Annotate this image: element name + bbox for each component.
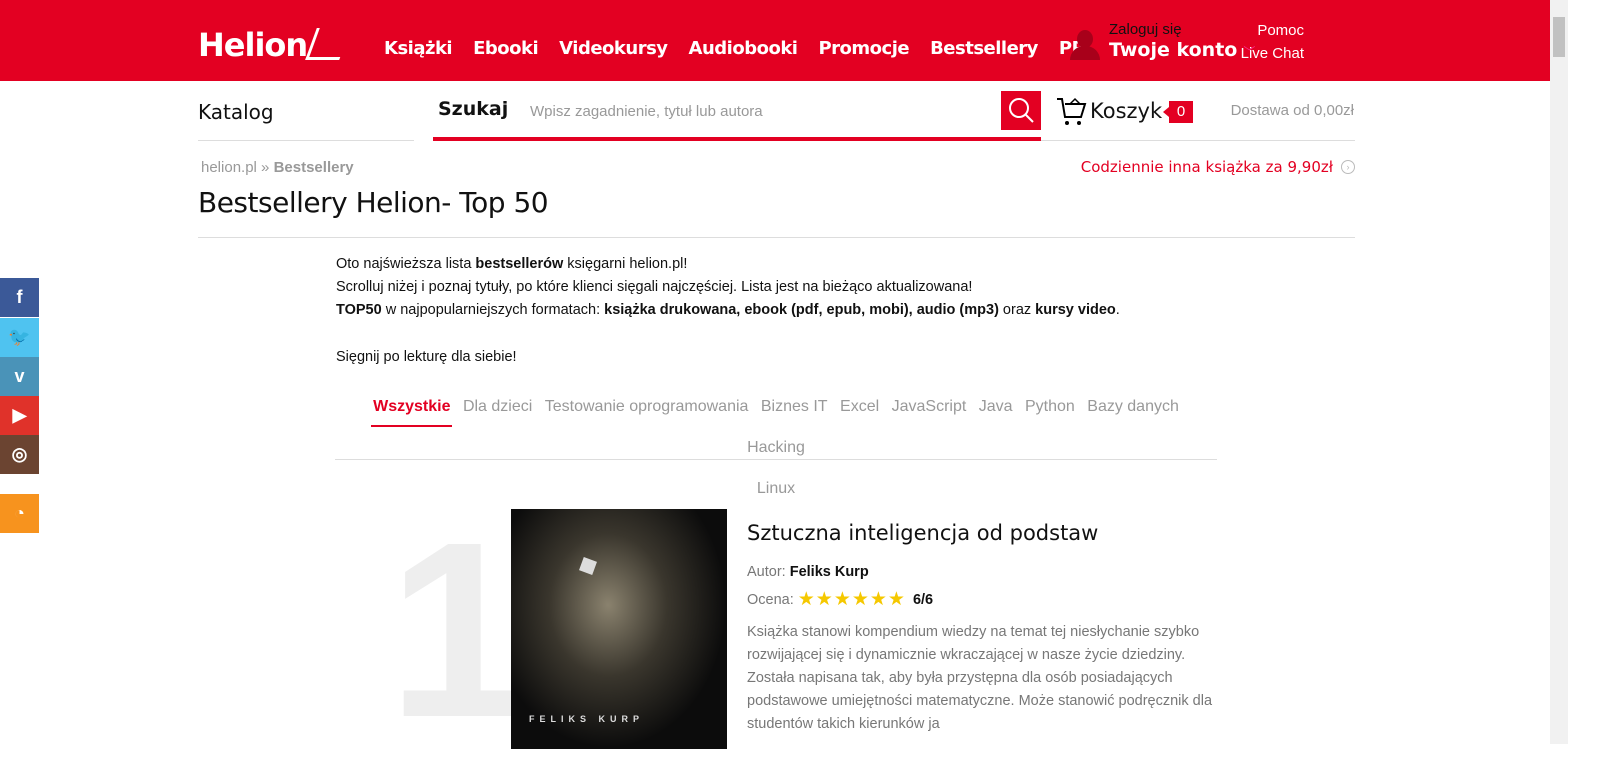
search-input[interactable] xyxy=(520,94,990,128)
search-label: Szukaj xyxy=(438,98,509,120)
book-author: Autor: Feliks Kurp xyxy=(747,564,869,580)
divider xyxy=(1041,140,1355,141)
facebook-icon[interactable]: f xyxy=(0,278,39,317)
tab-wszystkie[interactable]: Wszystkie xyxy=(369,386,454,427)
vimeo-icon[interactable]: v xyxy=(0,357,39,396)
tab-javascript[interactable]: JavaScript xyxy=(888,386,971,427)
live-chat-link[interactable]: Live Chat xyxy=(1241,45,1304,62)
nav-audiobooki[interactable]: Audiobooki xyxy=(689,38,798,59)
breadcrumb-sep: » xyxy=(256,159,274,176)
arrow-right-circle-icon[interactable]: › xyxy=(1341,160,1355,174)
search-underline xyxy=(433,137,1041,141)
top-header: Helion Książki Ebooki Videokursy Audiobo… xyxy=(0,0,1550,81)
divider xyxy=(198,140,414,141)
intro-text: księgarni helion.pl! xyxy=(563,256,688,272)
intro-bold: TOP50 xyxy=(336,302,382,318)
tab-dla-dzieci[interactable]: Dla dzieci xyxy=(459,386,536,427)
login-link[interactable]: Zaloguj się xyxy=(1109,21,1182,38)
search-button[interactable] xyxy=(1001,91,1041,130)
breadcrumb: helion.pl » Bestsellery xyxy=(201,159,354,176)
nav-ksiazki[interactable]: Książki xyxy=(384,38,453,59)
cover-author: FELIKS KURP xyxy=(529,714,645,724)
rank-number: 1 xyxy=(388,490,528,769)
nav-ebooki[interactable]: Ebooki xyxy=(473,38,539,59)
rating-value: 6/6 xyxy=(912,591,934,608)
daily-deal-link[interactable]: Codziennie inna książka za 9,90zł xyxy=(1081,158,1333,176)
tab-biznes-it[interactable]: Biznes IT xyxy=(757,386,832,427)
intro-line: Scrolluj niżej i poznaj tytuły, po które… xyxy=(336,279,973,295)
tab-excel[interactable]: Excel xyxy=(836,386,883,427)
intro-text: . xyxy=(1115,302,1120,318)
logo-mark xyxy=(305,28,352,60)
divider xyxy=(198,237,1355,238)
youtube-icon[interactable]: ▶ xyxy=(0,396,39,435)
account-menu[interactable]: Twoje konto ﹀ xyxy=(1109,39,1255,61)
tab-linux[interactable]: Linux xyxy=(753,468,799,509)
scrollbar-thumb[interactable] xyxy=(1553,17,1565,57)
book-rating: Ocena: ★★★★★★ 6/6 xyxy=(747,588,933,611)
page-title: Bestsellery Helion- Top 50 xyxy=(198,186,549,219)
catalog-menu[interactable]: Katalog xyxy=(198,100,274,124)
divider xyxy=(335,459,1217,460)
intro-bold: kursy video xyxy=(1035,302,1116,318)
book-description: Książka stanowi kompendium wiedzy na tem… xyxy=(747,624,1213,732)
book-cover[interactable]: FELIKS KURP xyxy=(511,509,727,749)
intro-text: Oto najświeższa lista xyxy=(336,256,476,272)
rating-label: Ocena: xyxy=(747,591,794,608)
helion-logo[interactable]: Helion xyxy=(198,26,352,64)
breadcrumb-current[interactable]: Bestsellery xyxy=(274,159,354,176)
intro-text: w najpopularniejszych formatach: xyxy=(381,302,605,318)
tab-java[interactable]: Java xyxy=(975,386,1017,427)
intro-bold: bestsellerów xyxy=(475,256,564,272)
author-label: Autor: xyxy=(747,564,786,580)
nav-videokursy[interactable]: Videokursy xyxy=(559,38,668,59)
delivery-info: Dostawa od 0,00zł xyxy=(1230,102,1354,119)
book-title[interactable]: Sztuczna inteligencja od podstaw xyxy=(747,521,1098,545)
tab-python[interactable]: Python xyxy=(1021,386,1079,427)
tab-testowanie[interactable]: Testowanie oprogramowania xyxy=(541,386,753,427)
intro-text: oraz xyxy=(998,302,1036,318)
author-link[interactable]: Feliks Kurp xyxy=(790,564,869,580)
instagram-icon[interactable]: ◎ xyxy=(0,435,39,474)
scrollbar[interactable] xyxy=(1550,0,1568,744)
help-link[interactable]: Pomoc xyxy=(1257,22,1304,39)
star-icons: ★★★★★★ xyxy=(797,589,906,610)
nav-bestsellery[interactable]: Bestsellery xyxy=(930,38,1038,59)
tab-bazy-danych[interactable]: Bazy danych xyxy=(1083,386,1183,427)
twitter-icon[interactable]: 🐦 xyxy=(0,318,39,357)
cart-count-badge: 0 xyxy=(1163,101,1193,123)
intro-bold: książka drukowana, ebook (pdf, epub, mob… xyxy=(604,302,999,318)
main-nav: Książki Ebooki Videokursy Audiobooki Pro… xyxy=(384,38,1085,59)
breadcrumb-home[interactable]: helion.pl xyxy=(201,159,257,176)
cart-icon[interactable] xyxy=(1056,96,1088,128)
intro-line: Sięgnij po lekturę dla siebie! xyxy=(336,349,517,365)
cart-link[interactable]: Koszyk xyxy=(1090,99,1162,123)
logo-text: Helion xyxy=(198,26,308,64)
tab-hacking[interactable]: Hacking xyxy=(743,427,809,468)
nav-promocje[interactable]: Promocje xyxy=(818,38,909,59)
account-label: Twoje konto xyxy=(1109,39,1238,61)
rss-icon[interactable]: ◔ xyxy=(0,494,39,533)
chip-graphic xyxy=(579,557,597,575)
user-icon[interactable] xyxy=(1070,30,1100,60)
intro-text: Oto najświeższa lista bestsellerów księg… xyxy=(336,253,1120,369)
search-icon xyxy=(1009,98,1034,123)
